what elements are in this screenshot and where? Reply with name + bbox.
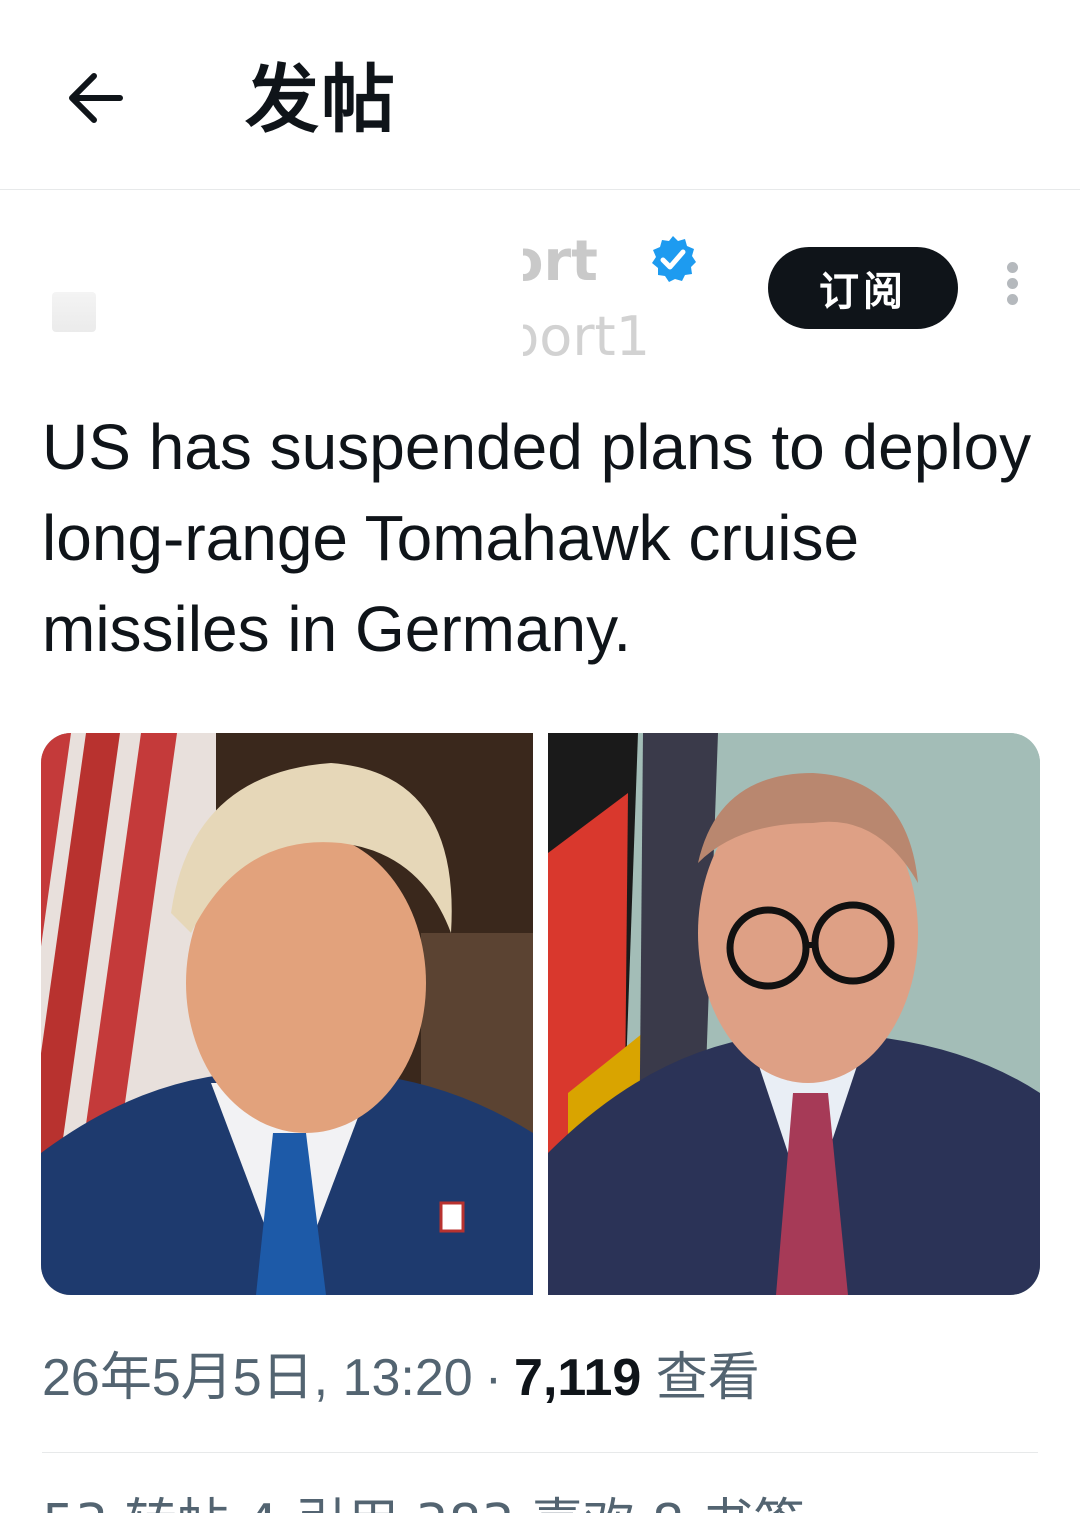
portrait-image-1 <box>41 733 533 1295</box>
views-label: 查看 <box>655 1349 760 1407</box>
divider <box>42 1452 1038 1453</box>
tweet-meta: 26年5月5日, 13:20 · 7,119 查看 <box>42 1346 760 1410</box>
author-handle[interactable]: port1 <box>523 308 650 366</box>
tweet-text: US has suspended plans to deploy long-ra… <box>42 411 1032 665</box>
page-title: 发帖 <box>245 57 397 143</box>
avatar[interactable] <box>52 292 96 332</box>
tweet-stats-row: 53 转帖 4 引用 383 喜欢 8 书签 <box>42 1494 1042 1513</box>
tweet-photo-2[interactable] <box>548 733 1040 1295</box>
views-count[interactable]: 7,119 <box>514 1349 641 1407</box>
top-bar: 发帖 <box>0 0 1080 190</box>
subscribe-button[interactable]: 订阅 <box>768 247 958 329</box>
tweet-media-grid <box>41 733 1040 1295</box>
portrait-image-2 <box>548 733 1040 1295</box>
more-vertical-icon <box>996 262 1028 305</box>
arrow-left-icon <box>69 73 123 123</box>
tweet-timestamp[interactable]: 26年5月5日, 13:20 <box>42 1349 473 1407</box>
meta-separator: · <box>484 1349 503 1407</box>
blurred-name-area <box>120 230 520 360</box>
back-button[interactable] <box>60 66 130 130</box>
tweet-photo-1[interactable] <box>41 733 533 1295</box>
verified-badge-icon <box>652 236 696 282</box>
more-options-button[interactable] <box>996 262 1028 314</box>
tweet-stats-text[interactable]: 53 转帖 4 引用 383 喜欢 8 书签 <box>42 1494 1042 1513</box>
